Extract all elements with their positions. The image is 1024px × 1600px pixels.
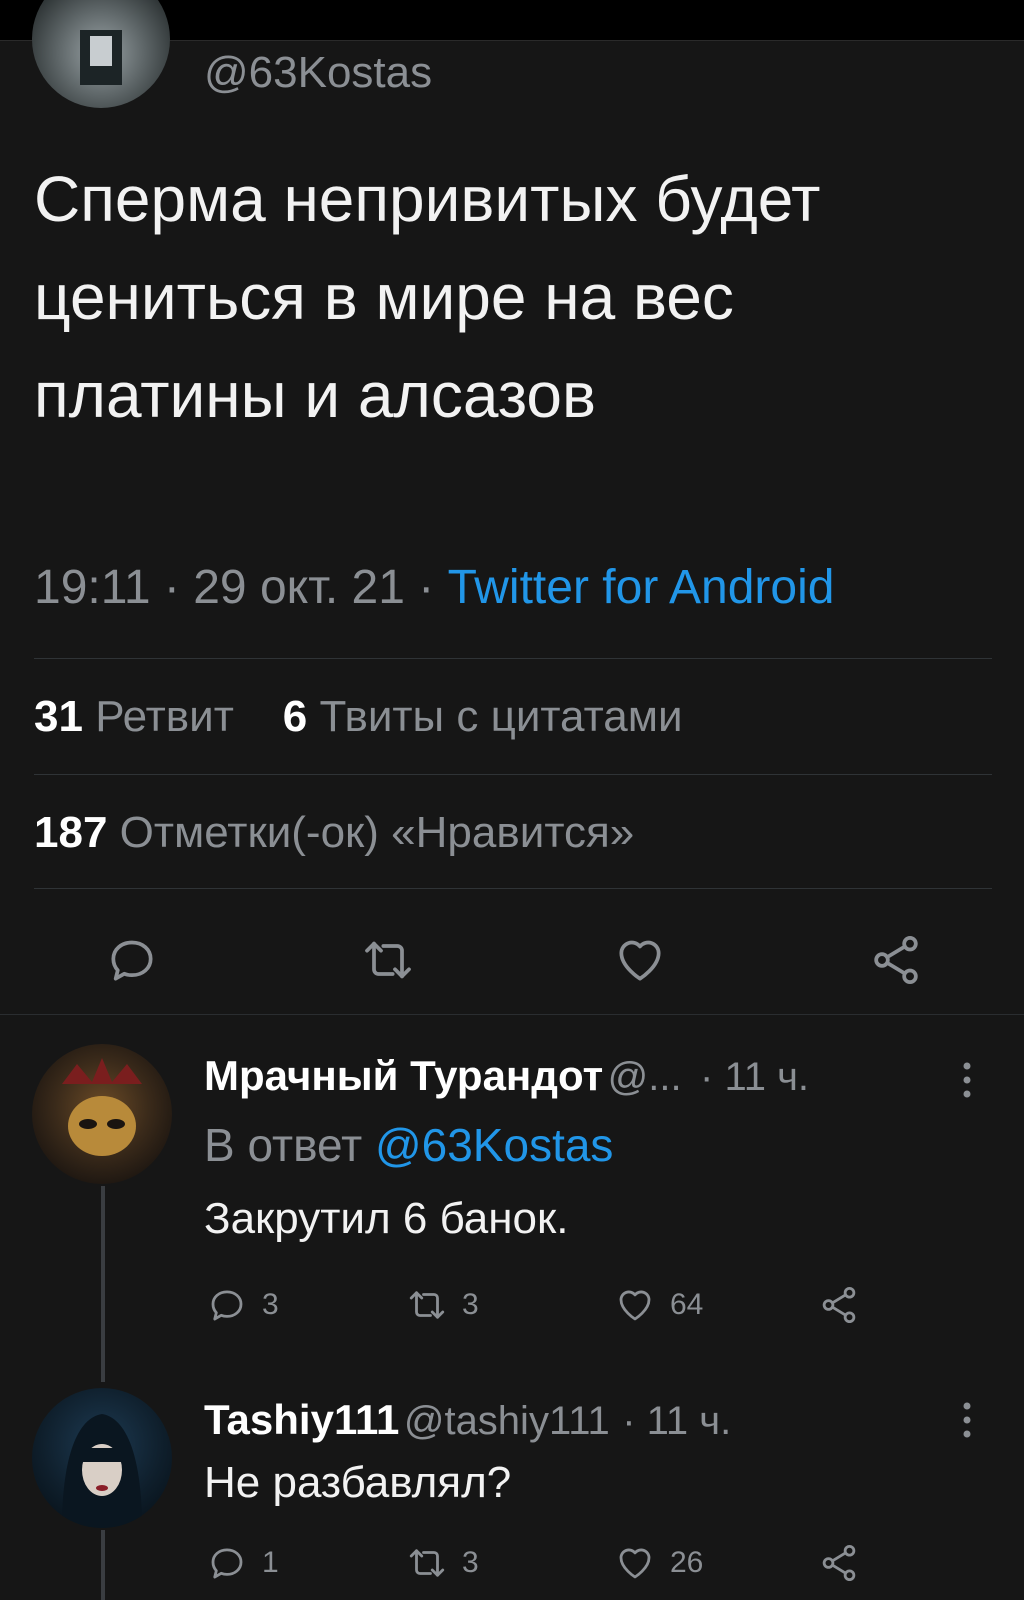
reply-retweet-action[interactable]: 3 xyxy=(406,1284,479,1326)
heart-icon[interactable] xyxy=(612,932,668,988)
author-avatar[interactable] xyxy=(32,0,170,108)
reply-header: Мрачный Турандот @... · 11 ч. xyxy=(204,1052,809,1100)
tweet-text: Сперма непривитых будет цениться в мире … xyxy=(34,163,821,431)
thread-line xyxy=(101,1186,105,1382)
share-icon[interactable] xyxy=(868,932,924,988)
reply-author-name[interactable]: Мрачный Турандот xyxy=(204,1052,603,1099)
quotes-stat[interactable]: 6 Твиты с цитатами xyxy=(283,692,683,741)
retweet-icon xyxy=(409,1291,445,1319)
quotes-count: 6 xyxy=(282,692,308,741)
divider xyxy=(34,774,992,775)
reply-icon[interactable] xyxy=(104,932,160,988)
reply-share-action[interactable] xyxy=(818,1284,860,1326)
reply-author-handle[interactable]: @tashiy111 xyxy=(404,1399,610,1443)
reply-count: 1 xyxy=(262,1546,279,1579)
reply-author-name[interactable]: Tashiy111 xyxy=(204,1396,399,1443)
reply-count: 3 xyxy=(262,1288,279,1321)
reply-time: · 11 ч. xyxy=(622,1399,732,1443)
reply-share-action[interactable] xyxy=(818,1542,860,1584)
likes-label: Отметки(-ок) «Нравится» xyxy=(119,808,635,857)
more-icon[interactable] xyxy=(960,1400,974,1440)
reply-time: · 11 ч. xyxy=(700,1055,810,1099)
retweet-count: 3 xyxy=(462,1546,479,1579)
reply-context: В ответ @63Kostas xyxy=(204,1118,613,1172)
thread-line xyxy=(101,1530,105,1600)
reply-reply-action[interactable]: 1 xyxy=(206,1542,279,1584)
retweets-label: Ретвит xyxy=(95,692,234,741)
divider xyxy=(34,888,992,889)
reply-retweet-action[interactable]: 3 xyxy=(406,1542,479,1584)
retweet-icon xyxy=(409,1549,445,1577)
reply-text: Закрутил 6 банок. xyxy=(204,1194,569,1243)
reply-reply-action[interactable]: 3 xyxy=(206,1284,279,1326)
reply-author-handle[interactable]: @... xyxy=(608,1055,682,1099)
reply-header: Tashiy111 @tashiy111 · 11 ч. xyxy=(204,1396,731,1444)
tweet-date: 29 окт. 21 xyxy=(193,561,405,614)
tweet-meta: 19:11 · 29 окт. 21 · Twitter for Android xyxy=(34,560,834,615)
heart-icon xyxy=(619,1290,651,1321)
like-count: 26 xyxy=(670,1546,704,1579)
divider xyxy=(0,1014,1024,1015)
reply-like-action[interactable]: 26 xyxy=(614,1542,703,1584)
stats-row: 31 Ретвит 6 Твиты с цитатами xyxy=(34,692,683,742)
retweet-icon[interactable] xyxy=(360,932,416,988)
share-icon xyxy=(822,1544,856,1582)
share-icon xyxy=(822,1286,856,1324)
meta-separator: · xyxy=(163,561,180,614)
quotes-label: Твиты с цитатами xyxy=(319,692,683,741)
divider xyxy=(34,658,992,659)
reply-like-action[interactable]: 64 xyxy=(614,1284,703,1326)
reply-avatar[interactable] xyxy=(32,1044,172,1184)
author-handle[interactable]: @63Kostas xyxy=(204,48,432,98)
meta-separator: · xyxy=(418,561,435,614)
retweet-count: 3 xyxy=(462,1288,479,1321)
retweets-count: 31 xyxy=(34,692,83,741)
reply-icon xyxy=(211,1290,243,1321)
reply-avatar[interactable] xyxy=(32,1388,172,1528)
reply-icon xyxy=(211,1548,243,1579)
reply-context-mention[interactable]: @63Kostas xyxy=(375,1119,614,1171)
tweet-time: 19:11 xyxy=(34,561,151,614)
reply-text: Не разбавлял? xyxy=(204,1458,512,1507)
tweet-source-link[interactable]: Twitter for Android xyxy=(448,561,835,614)
heart-icon xyxy=(619,1548,651,1579)
likes-stat[interactable]: 187 Отметки(-ок) «Нравится» xyxy=(34,808,634,858)
reply-context-prefix: В ответ xyxy=(204,1119,363,1171)
more-icon[interactable] xyxy=(960,1060,974,1100)
retweets-stat[interactable]: 31 Ретвит xyxy=(34,692,234,741)
likes-count: 187 xyxy=(34,808,108,857)
like-count: 64 xyxy=(670,1288,704,1321)
